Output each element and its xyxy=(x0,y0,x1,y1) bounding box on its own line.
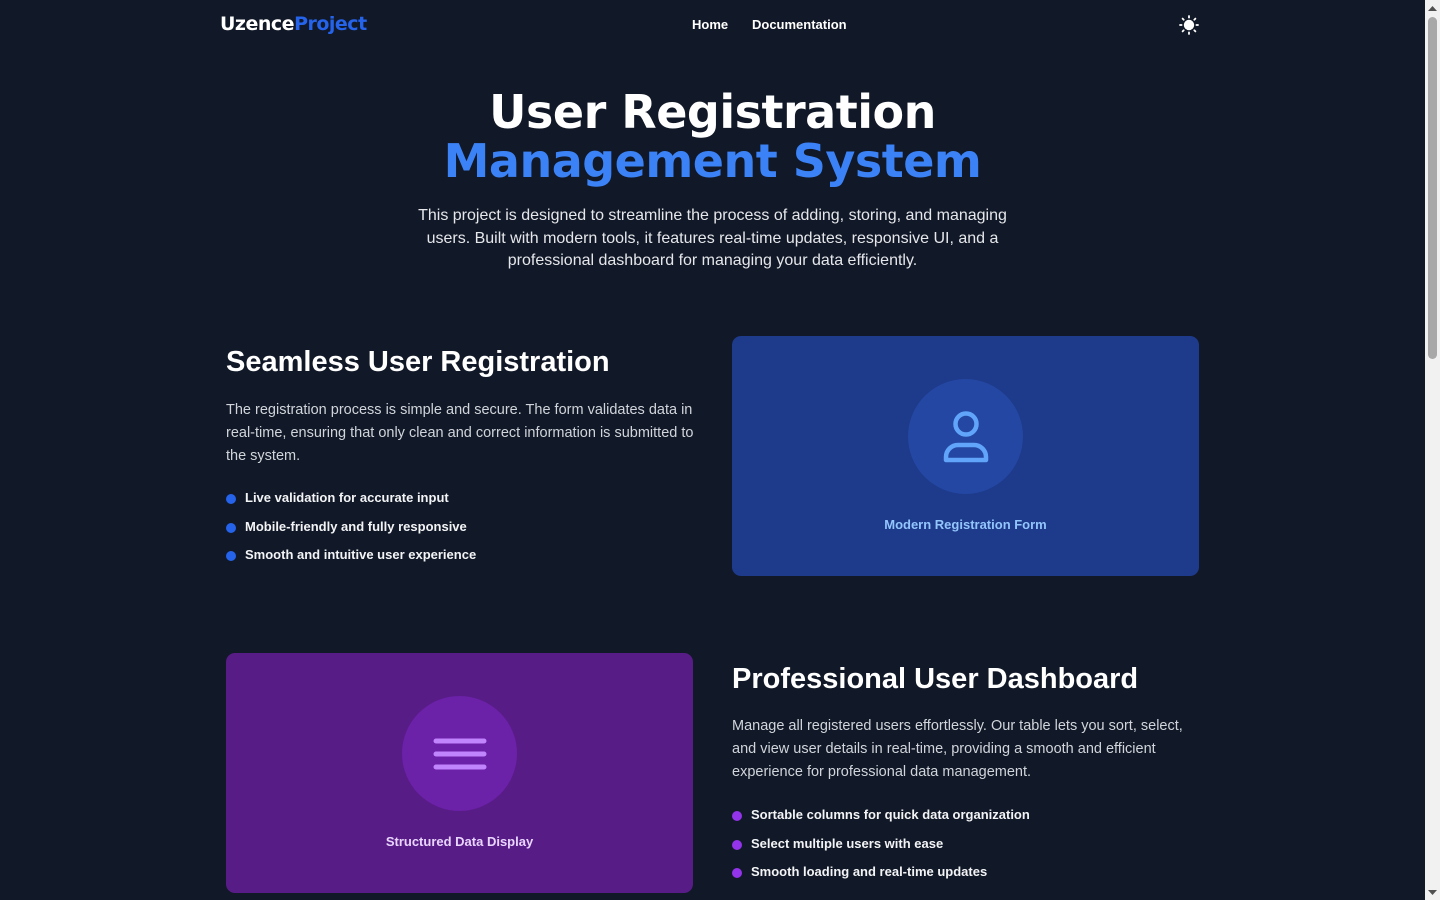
hero-title-line1: User Registration xyxy=(489,85,936,139)
dashboard-description: Manage all registered users effortlessly… xyxy=(732,718,1183,781)
registration-form-card: Modern Registration Form xyxy=(732,336,1199,576)
vertical-scrollbar[interactable] xyxy=(1425,0,1440,900)
nav-home-link[interactable]: Home xyxy=(692,17,728,32)
list-item-text: Select multiple users with ease xyxy=(751,835,944,851)
sun-icon xyxy=(1179,15,1199,35)
registration-description: The registration process is simple and s… xyxy=(226,402,694,465)
dashboard-feature-list: Sortable columns for quick data organiza… xyxy=(732,807,1202,893)
icon-circle xyxy=(402,696,517,811)
registration-title: Seamless User Registration xyxy=(226,346,610,378)
theme-toggle-button[interactable] xyxy=(1179,15,1199,35)
list-item-text: Smooth loading and real-time updates xyxy=(751,864,988,879)
top-navbar: UzenceProject Home Documentation xyxy=(0,0,1425,50)
list-item-text: Mobile-friendly and fully responsive xyxy=(245,518,467,534)
list-item: Select multiple users with ease xyxy=(732,836,1202,865)
hero-title: User Registration Management System xyxy=(0,88,1425,186)
bullet-dot xyxy=(732,868,742,878)
card-caption: Structured Data Display xyxy=(385,834,534,849)
list-item-text: Live validation for accurate input xyxy=(245,490,449,505)
data-display-card: Structured Data Display xyxy=(226,653,693,893)
bullet-dot xyxy=(226,494,236,504)
menu-lines-icon xyxy=(433,738,486,769)
hero-title-line2: Management System xyxy=(443,134,982,188)
list-item: Smooth loading and real-time updates xyxy=(732,864,1202,893)
list-item: Smooth and intuitive user experience xyxy=(226,547,696,576)
list-item: Live validation for accurate input xyxy=(226,490,696,519)
scrollbar-thumb[interactable] xyxy=(1428,17,1437,359)
brand-logo[interactable]: UzenceProject xyxy=(220,13,367,35)
nav-documentation-link[interactable]: Documentation xyxy=(752,17,847,32)
user-icon xyxy=(943,410,988,462)
list-item: Mobile-friendly and fully responsive xyxy=(226,519,696,548)
brand-name-part2: Project xyxy=(294,13,367,35)
hero-description: This project is designed to streamline t… xyxy=(418,207,1007,269)
list-item-text: Sortable columns for quick data organiza… xyxy=(751,807,1030,822)
page: UzenceProject Home Documentation User Re… xyxy=(0,0,1440,900)
bullet-dot xyxy=(226,522,236,533)
card-caption: Modern Registration Form xyxy=(884,517,1047,532)
bullet-dot xyxy=(226,551,236,561)
scroll-down-arrow-icon[interactable] xyxy=(1425,885,1440,900)
brand-name-part1: Uzence xyxy=(220,13,295,35)
list-item-text: Smooth and intuitive user experience xyxy=(245,547,477,562)
scroll-up-arrow-icon[interactable] xyxy=(1425,0,1440,15)
dashboard-title: Professional User Dashboard xyxy=(732,663,1139,695)
list-item: Sortable columns for quick data organiza… xyxy=(732,807,1202,836)
icon-circle xyxy=(908,379,1023,494)
registration-feature-list: Live validation for accurate input Mobil… xyxy=(226,490,696,576)
bullet-dot xyxy=(732,839,742,850)
bullet-dot xyxy=(732,811,742,821)
